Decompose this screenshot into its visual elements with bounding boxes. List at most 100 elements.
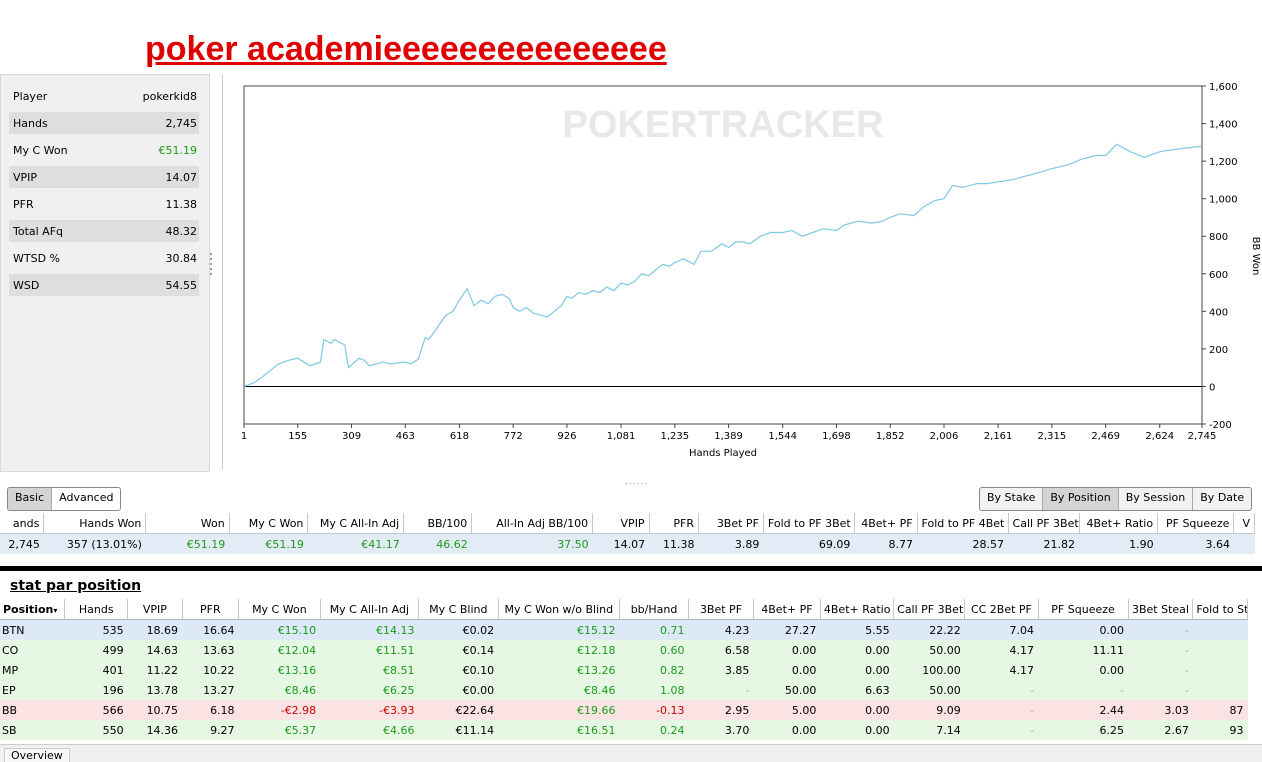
column-header[interactable]: PFR	[649, 513, 700, 534]
basic-tab[interactable]: Basic	[8, 488, 53, 510]
column-header[interactable]: BB/100	[403, 513, 473, 534]
column-header[interactable]: Fold to PF 3Bet	[763, 513, 855, 534]
by-stake-tab[interactable]: By Stake	[980, 488, 1044, 510]
column-header-label: 4Bet+ Ratio	[823, 602, 891, 616]
table-cell: MP	[0, 660, 65, 680]
column-header[interactable]: Hands	[64, 599, 129, 620]
table-cell: 2.95	[688, 700, 754, 720]
table-row[interactable]: MP 401 11.22 10.22 €13.16 €8.51 €0.10 €13.26 0.8…	[0, 660, 1248, 680]
column-header[interactable]: CC 2Bet PF	[964, 599, 1039, 620]
column-header[interactable]: My C All-In Adj	[307, 513, 405, 534]
column-header[interactable]: Call PF 3Bet	[1008, 513, 1080, 534]
column-header[interactable]: V	[1233, 513, 1255, 534]
column-header[interactable]: My C Blind	[418, 599, 499, 620]
column-header[interactable]: 4Bet+ PF	[753, 599, 821, 620]
table-cell	[1192, 619, 1248, 640]
watermark: POKERTRACKER	[563, 104, 884, 146]
table-cell: €6.25	[320, 680, 419, 700]
table-cell: €12.18	[498, 640, 620, 660]
column-header[interactable]: PFR	[182, 599, 240, 620]
x-tick-label: 2,469	[1091, 431, 1120, 442]
table-row[interactable]: SB 550 14.36 9.27 €5.37 €4.66 €11.14 €16.51 0.24…	[0, 720, 1248, 740]
position-sort-header[interactable]: Position▾	[0, 599, 66, 620]
table-cell: €13.16	[238, 660, 321, 680]
column-header[interactable]: VPIP	[127, 599, 183, 620]
y-tick-label: 200	[1209, 345, 1228, 356]
table-cell: 50.00	[893, 680, 965, 700]
column-header-label: My C All-In Adj	[329, 602, 410, 616]
column-header[interactable]: 4Bet+ Ratio	[1079, 513, 1159, 534]
by-date-tab[interactable]: By Date	[1193, 488, 1251, 510]
table-cell: 5.00	[753, 700, 821, 720]
position-stats-table: Position▾ Hands VPIP PFR My C Won My C All-In…	[0, 599, 1248, 740]
table-cell: 5.55	[820, 619, 894, 640]
vertical-splitter-handle[interactable]	[209, 250, 213, 280]
column-header[interactable]: Won	[145, 513, 230, 534]
column-header[interactable]: bb/Hand	[619, 599, 690, 620]
column-header[interactable]: My C Won w/o Blind	[498, 599, 620, 620]
table-cell: 0.00	[1038, 660, 1129, 680]
table-cell: 50.00	[893, 640, 965, 660]
table-row[interactable]: EP 196 13.78 13.27 €8.46 €6.25 €0.00 €8.46 1.08-…	[0, 680, 1248, 700]
table-cell: €13.26	[498, 660, 620, 680]
table-cell: 0.60	[619, 640, 689, 660]
table-cell: -	[964, 700, 1039, 720]
y-tick-label: 0	[1209, 382, 1215, 393]
column-header[interactable]: Call PF 3Bet	[893, 599, 966, 620]
stat-label: PFR	[13, 197, 34, 211]
table-cell: 8.77	[854, 533, 918, 554]
column-header[interactable]: My C Won	[238, 599, 321, 620]
overview-tab[interactable]: Overview	[4, 748, 70, 762]
x-tick-label: 1,698	[822, 431, 851, 442]
advanced-tab[interactable]: Advanced	[52, 488, 121, 510]
column-header[interactable]: My C Won	[229, 513, 309, 534]
column-header-label: My C Won w/o Blind	[504, 602, 614, 616]
table-cell: 9.27	[182, 720, 239, 740]
table-cell: 550	[64, 720, 128, 740]
stat-value: 30.84	[165, 251, 198, 265]
column-header[interactable]: 4Bet+ PF	[854, 513, 918, 534]
column-header[interactable]: 4Bet+ Ratio	[820, 599, 895, 620]
stat-value: 48.32	[165, 224, 198, 238]
summary-row[interactable]: 2,745 357 (13.01%) €51.19 €51.19 €41.17 46.62…	[0, 533, 1255, 554]
x-tick-label: 1	[241, 431, 247, 442]
table-cell: 196	[64, 680, 128, 700]
table-cell: 535	[64, 619, 128, 640]
player-stats-panel: Player pokerkid8 Hands 2,745 My C Won €51.19 V…	[0, 74, 210, 472]
by-position-tab[interactable]: By Position	[1043, 488, 1119, 510]
column-header[interactable]: 3Bet PF	[688, 599, 754, 620]
table-cell: 499	[64, 640, 128, 660]
by-session-tab[interactable]: By Session	[1119, 488, 1194, 510]
column-header[interactable]: Fold to PF 4Bet	[917, 513, 1009, 534]
column-header[interactable]: ands	[0, 513, 45, 534]
table-cell: 4.17	[964, 640, 1039, 660]
stat-label: Hands	[13, 116, 48, 130]
table-row[interactable]: BB 566 10.75 6.18 -€2.98 -€3.93 €22.64 €19.66 -0…	[0, 700, 1248, 720]
table-cell	[1192, 640, 1248, 660]
stat-row-wtsd: WTSD % 30.84	[9, 247, 199, 269]
table-cell: 22.22	[893, 619, 965, 640]
column-header[interactable]: VPIP	[592, 513, 650, 534]
column-header[interactable]: Fold to St	[1192, 599, 1248, 620]
horizontal-splitter-handle[interactable]: ......	[625, 477, 648, 487]
column-header[interactable]: All-In Adj BB/100	[471, 513, 594, 534]
column-header[interactable]: 3Bet Steal	[1128, 599, 1194, 620]
column-header[interactable]: PF Squeeze	[1038, 599, 1129, 620]
column-header[interactable]: PF Squeeze	[1157, 513, 1235, 534]
table-cell: 11.11	[1038, 640, 1129, 660]
table-row[interactable]: CO 499 14.63 13.63 €12.04 €11.51 €0.14 €12.18 0.…	[0, 640, 1248, 660]
column-header[interactable]: 3Bet PF	[698, 513, 764, 534]
column-header-label: 3Bet PF	[699, 602, 743, 616]
column-header-label: Call PF 3Bet	[897, 602, 964, 616]
table-row[interactable]: BTN 535 18.69 16.64 €15.10 €14.13 €0.02 €15.12 0…	[0, 619, 1248, 640]
table-cell: 0.00	[1038, 619, 1129, 640]
x-axis-label: Hands Played	[689, 448, 757, 459]
table-cell: BB	[0, 700, 65, 720]
summary-table: ands Hands Won Won My C Won My C All-In Adj B…	[0, 513, 1255, 554]
column-header[interactable]: Hands Won	[43, 513, 147, 534]
column-header-label: Hands	[78, 602, 114, 616]
table-cell: 10.22	[182, 660, 239, 680]
x-tick-label: 2,161	[984, 431, 1013, 442]
column-header[interactable]: My C All-In Adj	[320, 599, 420, 620]
table-cell: -0.13	[619, 700, 689, 720]
